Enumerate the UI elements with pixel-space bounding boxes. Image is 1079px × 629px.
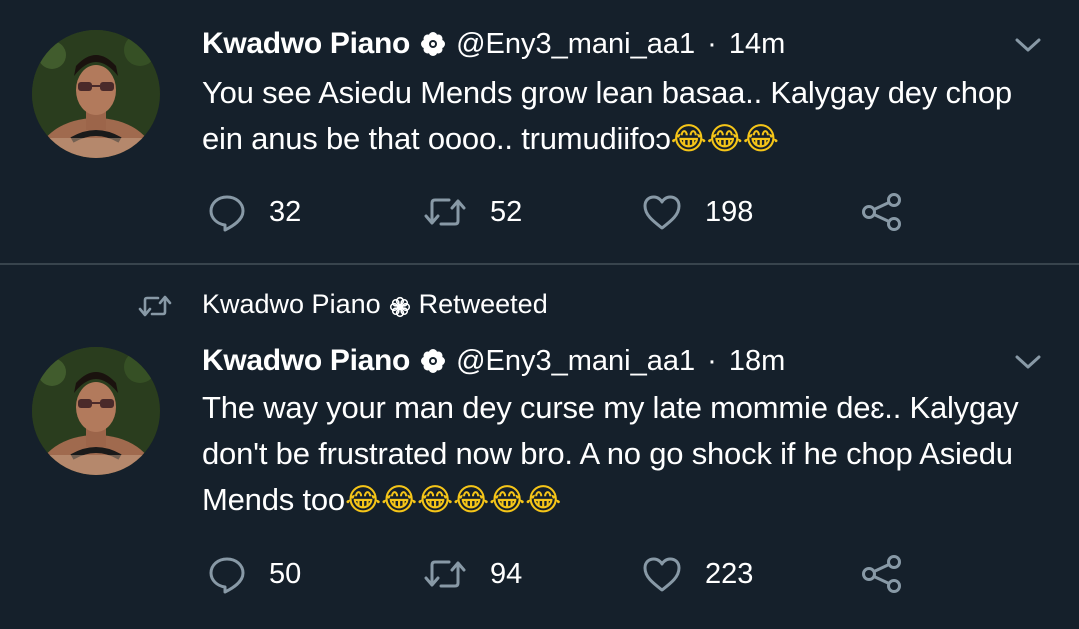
- flower-badge-icon: [389, 294, 411, 317]
- like-button[interactable]: 223: [641, 552, 753, 596]
- retweet-button[interactable]: 52: [422, 190, 522, 234]
- reply-count: 50: [269, 557, 302, 590]
- retweet-context: Kwadwo Piano Retweeted: [0, 287, 1079, 323]
- speech-bubble-icon: [209, 195, 245, 232]
- tweet-actions: 50 94 223: [0, 552, 1079, 596]
- avatar-photo: [32, 347, 160, 475]
- retweet-arrows-icon: [424, 198, 466, 226]
- flower-badge-icon: [420, 31, 446, 57]
- flower-badge-icon: [420, 348, 446, 374]
- speech-bubble-icon: [209, 557, 245, 594]
- tweet-text-content: The way your man dey curse my late mommi…: [202, 390, 1019, 517]
- user-handle[interactable]: @Eny3_mani_aa1: [456, 28, 695, 61]
- timestamp[interactable]: 18m: [729, 345, 785, 378]
- heart-outline-icon: [643, 557, 681, 592]
- avatar[interactable]: [32, 30, 160, 158]
- like-button[interactable]: 198: [641, 190, 753, 234]
- chevron-down-icon[interactable]: [1013, 347, 1043, 377]
- separator-dot: ·: [707, 27, 717, 60]
- display-name[interactable]: Kwadwo Piano: [202, 344, 410, 378]
- tweet-header: Kwadwo Piano @Eny3_mani_aa1 · 18m: [202, 341, 1019, 381]
- share-nodes-icon: [862, 555, 901, 593]
- retweeted-by[interactable]: Kwadwo Piano Retweeted: [202, 289, 548, 320]
- tweet-text: You see Asiedu Mends grow lean basaa.. K…: [202, 70, 1049, 162]
- like-count: 223: [705, 557, 754, 590]
- reply-button[interactable]: 32: [207, 190, 301, 234]
- heart-outline-icon: [643, 195, 681, 230]
- user-handle[interactable]: @Eny3_mani_aa1: [456, 345, 695, 378]
- separator-dot: ·: [707, 344, 717, 377]
- emoji-laughing-crying: 😂😂😂: [670, 121, 779, 157]
- avatar[interactable]: [32, 347, 160, 475]
- display-name[interactable]: Kwadwo Piano: [202, 27, 410, 61]
- share-button[interactable]: [860, 552, 904, 596]
- retweeted-label: Retweeted: [418, 289, 548, 319]
- timestamp[interactable]: 14m: [729, 28, 785, 61]
- like-count: 198: [705, 195, 754, 228]
- tweet-header: Kwadwo Piano @Eny3_mani_aa1 · 14m: [202, 24, 1019, 64]
- reply-count: 32: [269, 195, 302, 228]
- avatar-photo: [32, 30, 160, 158]
- retweet-arrows-icon: [424, 560, 466, 588]
- timeline: Kwadwo Piano @Eny3_mani_aa1 · 14m You se…: [0, 0, 1079, 629]
- reply-button[interactable]: 50: [207, 552, 301, 596]
- retweet-arrows-icon: [138, 292, 172, 325]
- share-nodes-icon: [862, 193, 901, 231]
- emoji-laughing-crying: 😂😂😂😂😂😂: [344, 482, 562, 518]
- retweet-count: 52: [490, 195, 523, 228]
- tweet-text-content: You see Asiedu Mends grow lean basaa.. K…: [202, 75, 1012, 156]
- tweet[interactable]: Kwadwo Piano @Eny3_mani_aa1 · 14m You se…: [0, 0, 1079, 265]
- retweeter-name: Kwadwo Piano: [202, 289, 381, 319]
- retweet-button[interactable]: 94: [422, 552, 522, 596]
- tweet[interactable]: Kwadwo Piano Retweeted Kwadwo Piano @Eny…: [0, 267, 1079, 629]
- tweet-actions: 32 52 198: [0, 190, 1079, 234]
- retweet-count: 94: [490, 557, 523, 590]
- tweet-text: The way your man dey curse my late mommi…: [202, 385, 1049, 523]
- share-button[interactable]: [860, 190, 904, 234]
- chevron-down-icon[interactable]: [1013, 30, 1043, 60]
